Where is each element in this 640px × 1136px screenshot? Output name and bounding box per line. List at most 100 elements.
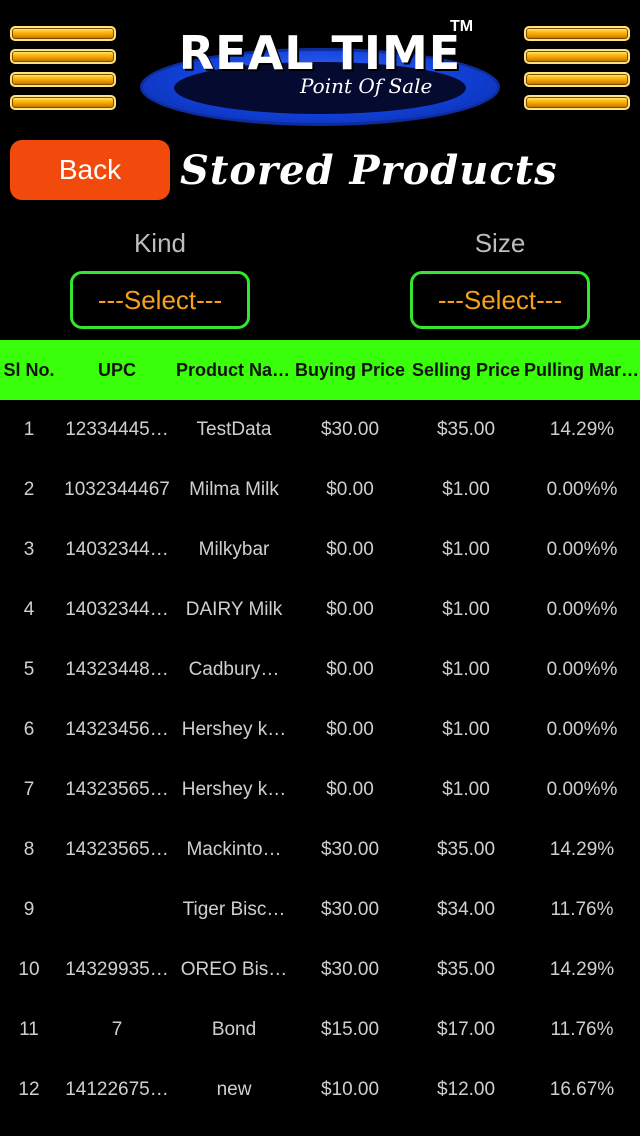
table-row[interactable]: 11 7 Bond $15.00 $17.00 11.76% bbox=[0, 1000, 640, 1060]
upc-cell: 14032344… bbox=[65, 599, 169, 620]
table-row[interactable]: 8 14323565… Mackinto… $30.00 $35.00 14.29% bbox=[0, 820, 640, 880]
buying-price-cell: $0.00 bbox=[326, 719, 374, 740]
pulling-margin-cell: 11.76% bbox=[550, 1019, 614, 1040]
buying-price-cell: $30.00 bbox=[320, 899, 380, 920]
pulling-margin-cell: 0.00%% bbox=[546, 659, 618, 680]
table-row[interactable]: 4 14032344… DAIRY Milk $0.00 $1.00 0.00%% bbox=[0, 580, 640, 640]
pulling-margin-cell: 0.00%% bbox=[546, 599, 618, 620]
sl-no-cell: 7 bbox=[23, 779, 35, 800]
buying-price-cell: $30.00 bbox=[320, 959, 380, 980]
product-name-cell: DAIRY Milk bbox=[185, 599, 283, 620]
pulling-margin-cell: 11.76% bbox=[550, 899, 614, 920]
back-button[interactable]: Back bbox=[10, 140, 170, 200]
selling-price-cell: $35.00 bbox=[436, 839, 496, 860]
column-header-selling-price[interactable]: Selling Price bbox=[408, 360, 524, 381]
upc-cell: 7 bbox=[111, 1019, 123, 1040]
table-row[interactable]: 3 14032344… Milkybar $0.00 $1.00 0.00%% bbox=[0, 520, 640, 580]
menu-bar-icon bbox=[10, 26, 116, 41]
buying-price-cell: $0.00 bbox=[326, 779, 374, 800]
column-header-pulling-margin[interactable]: Pulling Margin bbox=[524, 360, 640, 381]
app-header: REAL TIME TM Point Of Sale bbox=[0, 0, 640, 130]
pulling-margin-cell: 14.29% bbox=[549, 419, 615, 440]
kind-label: Kind bbox=[133, 228, 187, 258]
selling-price-cell: $34.00 bbox=[436, 899, 496, 920]
table-row[interactable]: 6 14323456… Hershey k… $0.00 $1.00 0.00%% bbox=[0, 700, 640, 760]
menu-bar-icon bbox=[524, 26, 630, 41]
table-row[interactable]: 7 14323565… Hershey k… $0.00 $1.00 0.00%% bbox=[0, 760, 640, 820]
table-row[interactable]: 1 12334445… TestData $30.00 $35.00 14.29% bbox=[0, 400, 640, 460]
upc-cell: 14122675… bbox=[65, 1079, 169, 1100]
buying-price-cell: $30.00 bbox=[320, 839, 380, 860]
buying-price-cell: $0.00 bbox=[326, 659, 374, 680]
pulling-margin-cell: 16.67% bbox=[549, 1079, 615, 1100]
logo-title: REAL TIME bbox=[178, 26, 462, 80]
product-name-cell: Cadbury… bbox=[188, 659, 280, 680]
sl-no-cell: 5 bbox=[23, 659, 35, 680]
menu-bar-icon bbox=[524, 95, 630, 110]
sl-no-cell: 8 bbox=[23, 839, 35, 860]
table-row[interactable]: 5 14323448… Cadbury… $0.00 $1.00 0.00%% bbox=[0, 640, 640, 700]
size-label: Size bbox=[474, 228, 526, 258]
sl-no-cell: 2 bbox=[23, 479, 35, 500]
pulling-margin-cell: 0.00%% bbox=[546, 719, 618, 740]
upc-cell: 14323565… bbox=[65, 839, 169, 860]
sl-no-cell: 12 bbox=[18, 1079, 40, 1100]
pulling-margin-cell: 0.00%% bbox=[546, 479, 618, 500]
menu-right-button[interactable] bbox=[524, 26, 630, 118]
buying-price-cell: $0.00 bbox=[326, 539, 374, 560]
product-name-cell: new bbox=[216, 1079, 252, 1100]
pulling-margin-cell: 0.00%% bbox=[546, 779, 618, 800]
product-name-cell: Tiger Bisc… bbox=[182, 899, 286, 920]
buying-price-cell: $30.00 bbox=[320, 419, 380, 440]
product-name-cell: OREO Bis… bbox=[180, 959, 288, 980]
buying-price-cell: $15.00 bbox=[320, 1019, 380, 1040]
table-row[interactable]: 2 1032344467 Milma Milk $0.00 $1.00 0.00%% bbox=[0, 460, 640, 520]
product-table-body: 1 12334445… TestData $30.00 $35.00 14.29% 2 103… bbox=[0, 400, 640, 1120]
sl-no-cell: 3 bbox=[23, 539, 35, 560]
pulling-margin-cell: 0.00%% bbox=[546, 539, 618, 560]
pulling-margin-cell: 14.29% bbox=[549, 839, 615, 860]
app-logo: REAL TIME TM Point Of Sale bbox=[140, 18, 500, 126]
column-header-buying-price[interactable]: Buying Price bbox=[292, 360, 408, 381]
table-header: Sl No. UPC Product Name Buying Price Sel… bbox=[0, 340, 640, 400]
upc-cell: 14323448… bbox=[65, 659, 169, 680]
table-row[interactable]: 12 14122675… new $10.00 $12.00 16.67% bbox=[0, 1060, 640, 1120]
upc-cell: 12334445… bbox=[65, 419, 169, 440]
logo-subtitle: Point Of Sale bbox=[300, 74, 433, 98]
column-header-product-name[interactable]: Product Name bbox=[176, 360, 292, 381]
selling-price-cell: $1.00 bbox=[442, 599, 490, 620]
column-header-upc[interactable]: UPC bbox=[58, 360, 176, 381]
upc-cell: 14323565… bbox=[65, 779, 169, 800]
selling-price-cell: $1.00 bbox=[442, 659, 490, 680]
table-row[interactable]: 9 Tiger Bisc… $30.00 $34.00 11.76% bbox=[0, 880, 640, 940]
sl-no-cell: 4 bbox=[23, 599, 35, 620]
buying-price-cell: $0.00 bbox=[326, 479, 374, 500]
sl-no-cell: 1 bbox=[23, 419, 35, 440]
selling-price-cell: $1.00 bbox=[442, 779, 490, 800]
table-row[interactable]: 10 14329935… OREO Bis… $30.00 $35.00 14.29% bbox=[0, 940, 640, 1000]
product-name-cell: Milma Milk bbox=[189, 479, 279, 500]
menu-bar-icon bbox=[10, 95, 116, 110]
size-select[interactable]: ---Select--- bbox=[410, 271, 590, 329]
selling-price-cell: $35.00 bbox=[436, 959, 496, 980]
product-name-cell: Hershey k… bbox=[181, 719, 287, 740]
selling-price-cell: $17.00 bbox=[436, 1019, 496, 1040]
column-header-sl-no[interactable]: Sl No. bbox=[0, 360, 58, 381]
menu-bar-icon bbox=[10, 72, 116, 87]
selling-price-cell: $1.00 bbox=[442, 479, 490, 500]
selling-price-cell: $1.00 bbox=[442, 539, 490, 560]
kind-select[interactable]: ---Select--- bbox=[70, 271, 250, 329]
menu-bar-icon bbox=[10, 49, 116, 64]
selling-price-cell: $1.00 bbox=[442, 719, 490, 740]
logo-trademark: TM bbox=[450, 18, 474, 35]
upc-cell: 1032344467 bbox=[64, 479, 170, 500]
upc-cell: 14032344… bbox=[65, 539, 169, 560]
menu-bar-icon bbox=[524, 72, 630, 87]
selling-price-cell: $35.00 bbox=[436, 419, 496, 440]
product-name-cell: Bond bbox=[211, 1019, 257, 1040]
menu-left-button[interactable] bbox=[10, 26, 116, 118]
buying-price-cell: $0.00 bbox=[326, 599, 374, 620]
sl-no-cell: 10 bbox=[18, 959, 40, 980]
pulling-margin-cell: 14.29% bbox=[549, 959, 615, 980]
upc-cell: 14329935… bbox=[65, 959, 169, 980]
